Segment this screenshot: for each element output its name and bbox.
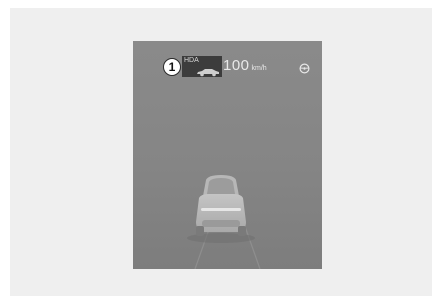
vehicle-rear-icon [175, 172, 267, 249]
callout-number: 1 [163, 58, 181, 76]
car-side-icon [196, 64, 220, 82]
speed-value: 100 [223, 57, 250, 74]
speed-unit: km/h [251, 65, 267, 72]
hda-indicator: HDA [182, 56, 222, 77]
steering-wheel-icon [299, 61, 310, 79]
set-speed: 100 km/h [223, 57, 267, 75]
